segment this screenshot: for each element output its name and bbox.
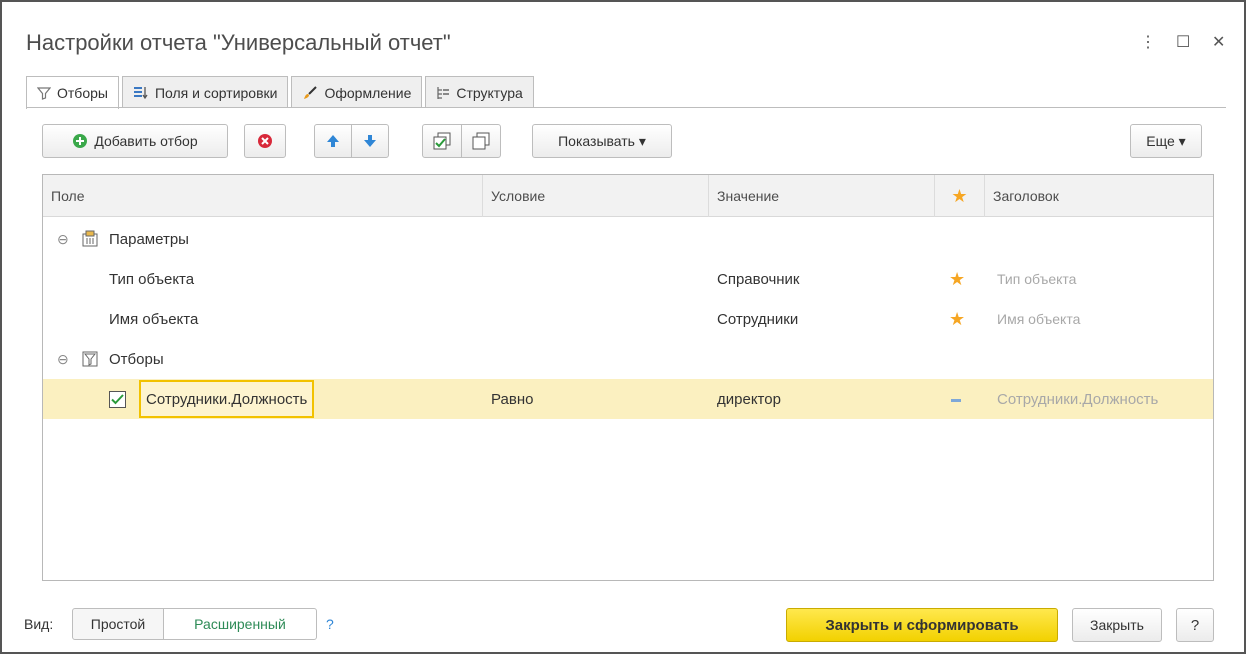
help-button[interactable]: ? [1176, 608, 1214, 642]
value-cell[interactable]: директор [717, 379, 781, 419]
condition-cell[interactable]: Равно [491, 379, 533, 419]
column-caption[interactable]: Заголовок [985, 175, 1215, 217]
caption-cell[interactable]: Сотрудники.Должность [997, 379, 1158, 419]
tab-bar: Отборы Поля и сортировки Оформление Стру… [26, 76, 537, 109]
tab-structure[interactable]: Структура [425, 76, 534, 108]
caption-cell[interactable]: Имя объекта [997, 299, 1080, 339]
uncheck-all-icon [472, 132, 490, 150]
collapse-icon[interactable]: ⊖ [57, 219, 69, 259]
caption-cell[interactable]: Тип объекта [997, 259, 1076, 299]
group-row-params[interactable]: ⊖ Параметры [43, 219, 1213, 259]
column-field[interactable]: Поле [43, 175, 483, 217]
table-row[interactable]: Тип объекта Справочник ★ Тип объекта [43, 259, 1213, 299]
filters-table: Поле Условие Значение ★ Заголовок ⊖ Пара… [42, 174, 1214, 581]
add-filter-button[interactable]: Добавить отбор [42, 124, 228, 158]
dialog-footer: Вид: Простой Расширенный ? Закрыть и сфо… [2, 608, 1244, 644]
star-icon[interactable]: ★ [949, 259, 965, 299]
params-group-label: Параметры [109, 230, 189, 248]
table-row[interactable]: Имя объекта Сотрудники ★ Имя объекта [43, 299, 1213, 339]
tab-structure-label: Структура [456, 84, 523, 101]
view-label: Вид: [24, 616, 54, 632]
value-cell[interactable]: Сотрудники [717, 299, 798, 339]
structure-icon [436, 86, 450, 100]
dialog-title: Настройки отчета "Универсальный отчет" [26, 30, 451, 55]
maximize-icon[interactable]: ☐ [1176, 32, 1190, 52]
fields-sort-icon [133, 86, 149, 100]
column-condition[interactable]: Условие [483, 175, 709, 217]
settings-dialog: Настройки отчета "Универсальный отчет" ⋮… [0, 0, 1246, 654]
delete-button[interactable] [244, 124, 286, 158]
more-dropdown-button[interactable]: Еще ▾ [1130, 124, 1202, 158]
arrow-down-icon [362, 133, 378, 149]
toolbar: Добавить отбор Показывать ▾ Еще ▾ [42, 124, 1202, 158]
tab-design[interactable]: Оформление [291, 76, 423, 108]
table-row-selected[interactable]: Сотрудники.Должность Равно директор ▬ Со… [43, 379, 1213, 419]
field-cell-editing[interactable]: Сотрудники.Должность [139, 380, 315, 418]
funnel-icon [37, 86, 51, 100]
field-cell: Тип объекта [109, 270, 195, 288]
add-icon [72, 133, 88, 149]
column-value[interactable]: Значение [709, 175, 935, 217]
field-cell: Имя объекта [109, 310, 199, 328]
show-dropdown-button[interactable]: Показывать ▾ [532, 124, 672, 158]
view-simple-button[interactable]: Простой [72, 608, 164, 640]
delete-icon [257, 133, 273, 149]
table-header: Поле Условие Значение ★ Заголовок [43, 175, 1213, 217]
help-link[interactable]: ? [326, 616, 334, 632]
params-group-icon [81, 219, 99, 259]
view-extended-button[interactable]: Расширенный [163, 608, 317, 640]
column-star-icon[interactable]: ★ [935, 175, 985, 217]
tab-filters[interactable]: Отборы [26, 76, 119, 109]
star-icon[interactable]: ★ [949, 299, 965, 339]
row-checkbox[interactable] [109, 379, 126, 419]
collapse-icon[interactable]: ⊖ [57, 339, 69, 379]
group-row-filters[interactable]: ⊖ Отборы [43, 339, 1213, 379]
tab-fields-sort[interactable]: Поля и сортировки [121, 76, 289, 108]
filters-group-icon [81, 339, 99, 379]
value-cell[interactable]: Справочник [717, 259, 800, 299]
more-menu-icon[interactable]: ⋮ [1140, 32, 1156, 52]
close-and-run-button[interactable]: Закрыть и сформировать [786, 608, 1058, 642]
brush-icon [302, 85, 318, 100]
tab-filters-label: Отборы [57, 85, 108, 101]
add-filter-label: Добавить отбор [94, 133, 198, 149]
tab-fields-sort-label: Поля и сортировки [154, 84, 278, 101]
tab-divider [26, 107, 1226, 108]
check-all-icon [433, 132, 451, 150]
tab-design-label: Оформление [324, 84, 412, 101]
filters-group-label: Отборы [109, 350, 164, 368]
move-up-button[interactable] [314, 124, 352, 158]
check-all-button[interactable] [422, 124, 462, 158]
uncheck-all-button[interactable] [461, 124, 501, 158]
arrow-up-icon [325, 133, 341, 149]
move-down-button[interactable] [351, 124, 389, 158]
dash-icon[interactable]: ▬ [951, 379, 961, 419]
close-button[interactable]: Закрыть [1072, 608, 1162, 642]
close-icon[interactable]: ✕ [1212, 32, 1225, 52]
